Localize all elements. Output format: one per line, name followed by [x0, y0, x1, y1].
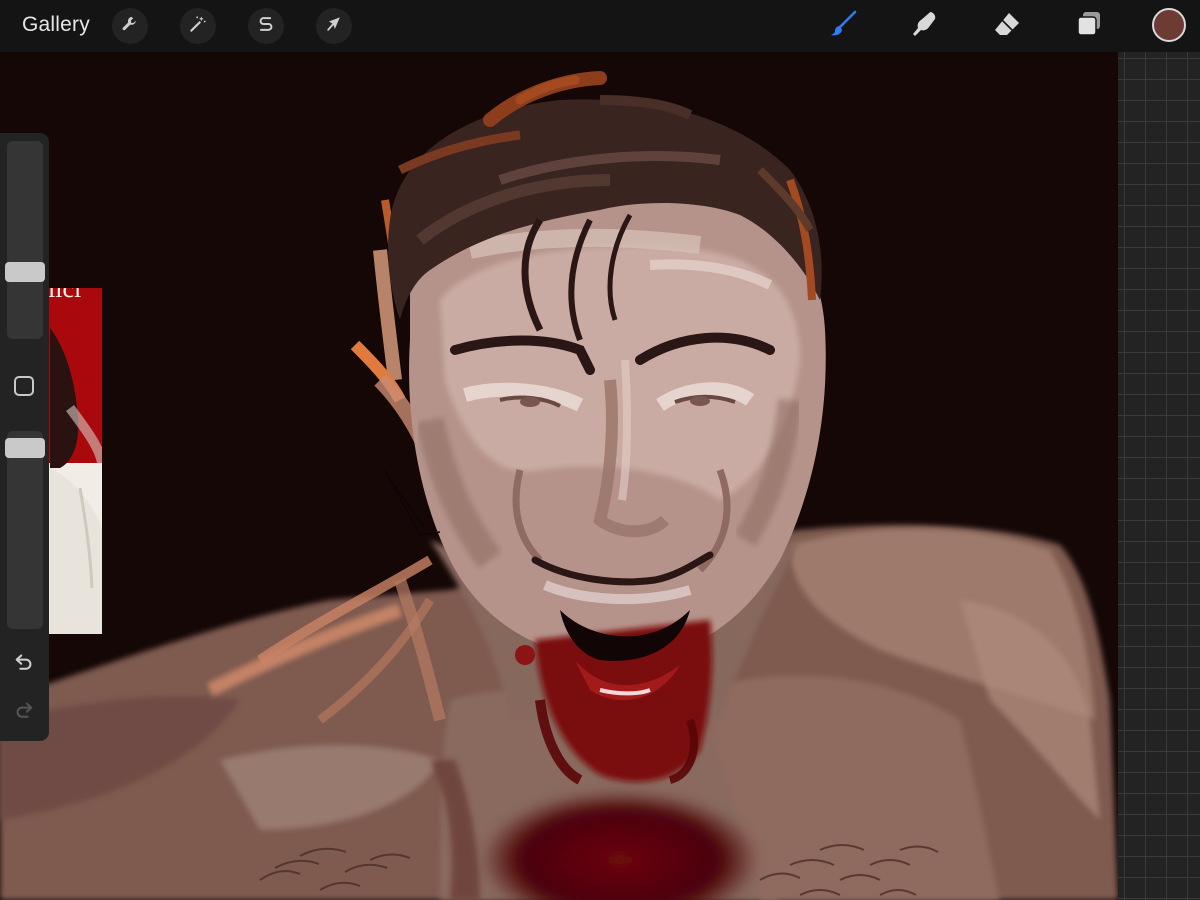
brush-size-slider[interactable]: [7, 141, 43, 339]
modify-button[interactable]: [14, 376, 34, 396]
brush-tool-button[interactable]: [826, 9, 860, 43]
layers-icon: [1074, 9, 1104, 44]
smudge-finger-icon: [910, 9, 940, 44]
color-picker-button[interactable]: [1152, 8, 1186, 42]
magic-wand-icon: [188, 14, 208, 39]
painting: [0, 71, 1118, 900]
transform-button[interactable]: [316, 8, 352, 44]
drawing-canvas[interactable]: [0, 52, 1118, 900]
left-sidebar: [0, 133, 49, 741]
procreate-app: Gallery ilcı: [0, 0, 1200, 900]
top-toolbar: Gallery: [0, 0, 1200, 52]
redo-icon: [13, 698, 35, 725]
brush-icon: [828, 9, 858, 44]
selection-button[interactable]: [248, 8, 284, 44]
undo-button[interactable]: [12, 651, 36, 675]
layers-button[interactable]: [1072, 9, 1106, 43]
gallery-button[interactable]: Gallery: [22, 13, 90, 37]
reference-title-text: ilcı: [48, 288, 82, 303]
eraser-icon: [992, 9, 1022, 44]
opacity-slider[interactable]: [7, 431, 43, 629]
eraser-tool-button[interactable]: [990, 9, 1024, 43]
redo-button[interactable]: [12, 699, 36, 723]
brush-size-slider-thumb[interactable]: [5, 262, 45, 283]
arrow-cursor-icon: [324, 14, 344, 39]
canvas-grid-margin: [1118, 52, 1200, 900]
actions-button[interactable]: [112, 8, 148, 44]
opacity-slider-thumb[interactable]: [5, 438, 45, 459]
selection-s-icon: [256, 14, 276, 39]
wrench-icon: [120, 14, 140, 39]
adjustments-button[interactable]: [180, 8, 216, 44]
undo-icon: [13, 650, 35, 677]
smudge-tool-button[interactable]: [908, 9, 942, 43]
